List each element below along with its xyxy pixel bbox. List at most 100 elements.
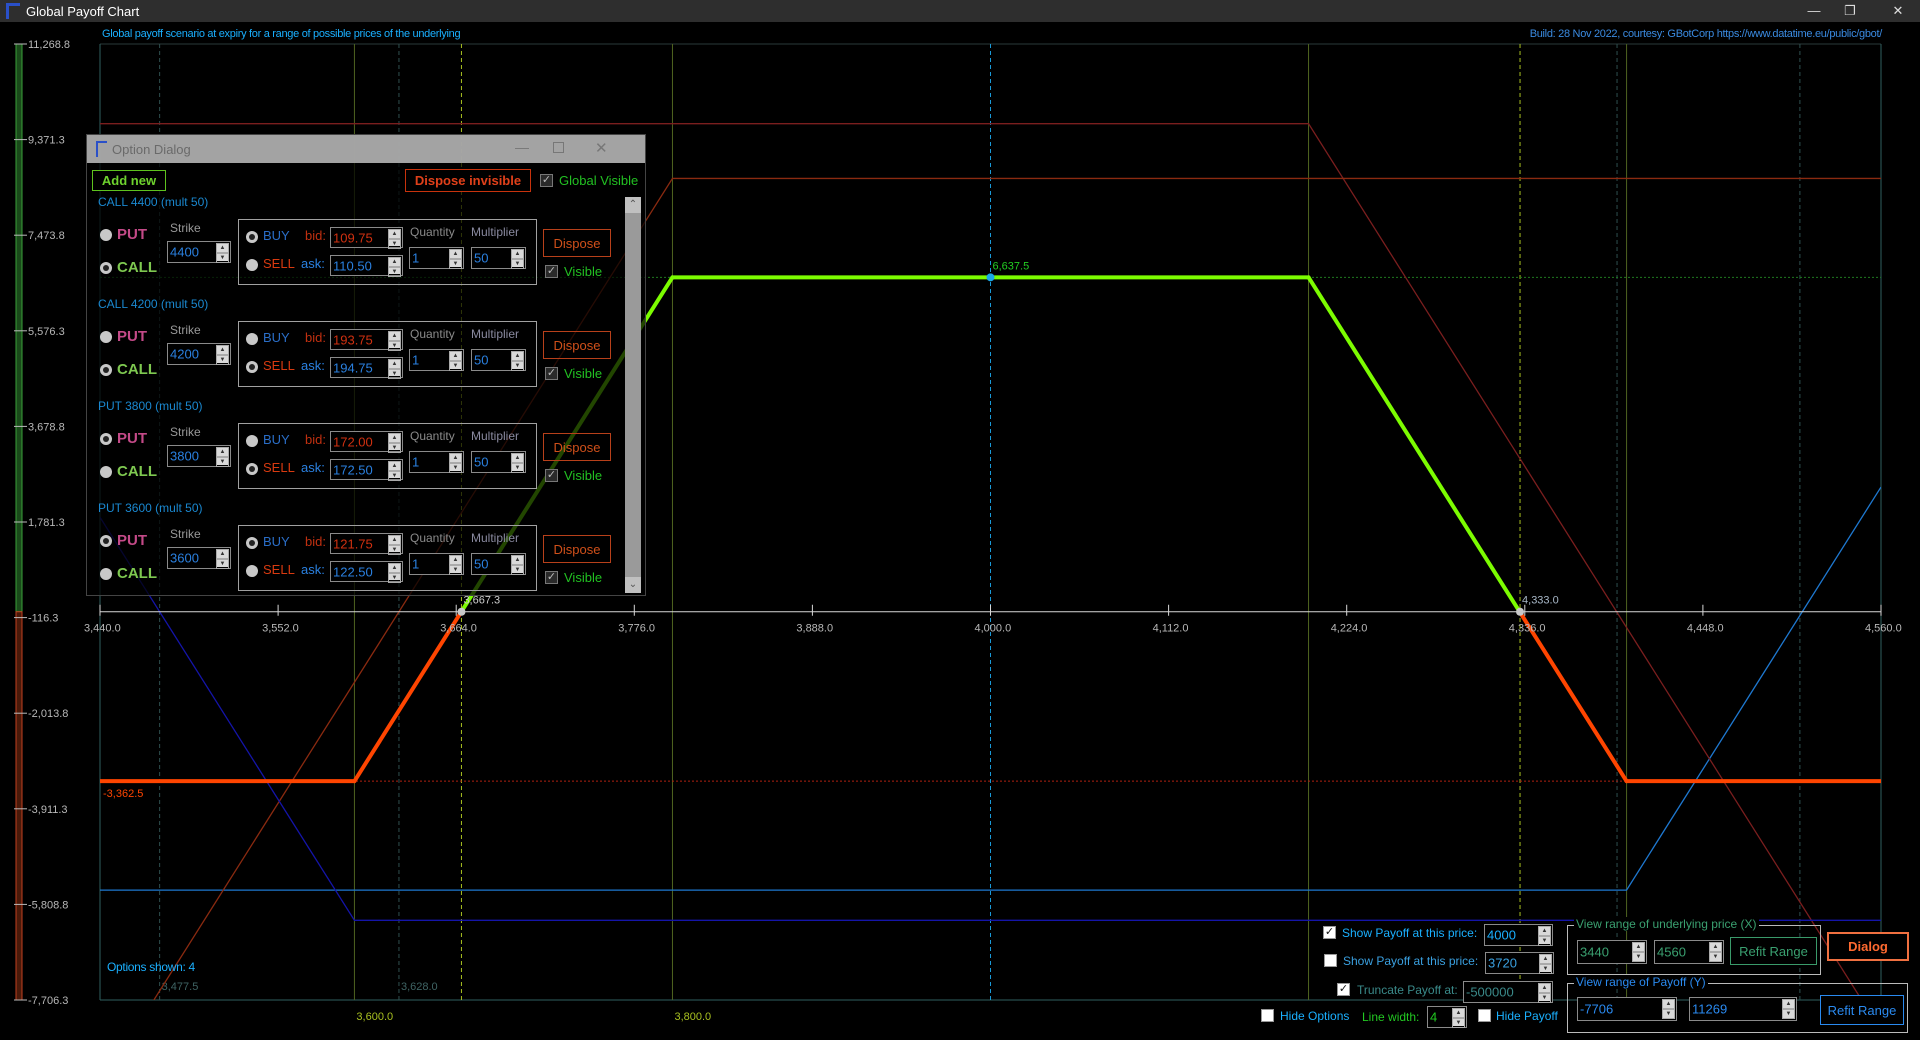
restore-icon[interactable]: ❐	[1832, 0, 1868, 22]
buy-radio[interactable]	[246, 537, 258, 549]
x-refit-range-button[interactable]: Refit Range	[1730, 937, 1817, 965]
x-range-min-input-value: 3440	[1580, 944, 1609, 960]
truncate-payoff-checkbox[interactable]: ✓	[1337, 983, 1350, 996]
x-range-legend: View range of underlying price (X)	[1574, 917, 1759, 931]
spin-down-icon[interactable]: ▼	[1709, 952, 1722, 962]
x-tick-label: 4,336.0	[1509, 623, 1546, 635]
spin-up-icon[interactable]: ▲	[388, 563, 401, 573]
visible-checkbox[interactable]: ✓	[545, 571, 558, 584]
spin-down-icon[interactable]: ▼	[388, 573, 401, 583]
x-range-min-input[interactable]: 3440 ▲ ▼	[1577, 940, 1647, 964]
y-range-max-input[interactable]: 11269 ▲ ▼	[1689, 997, 1797, 1021]
show-payoff-1-input[interactable]: 4000 ▲ ▼	[1484, 924, 1553, 946]
call-radio[interactable]	[100, 568, 112, 580]
spin-up-icon[interactable]: ▲	[1452, 1008, 1465, 1018]
dialog-scrollbar[interactable]: ⌃ ⌄	[625, 197, 641, 593]
spinner-buttons: ▲ ▼	[1539, 954, 1552, 974]
spin-down-icon[interactable]: ▼	[216, 559, 229, 569]
scroll-up-icon[interactable]: ⌃	[625, 197, 641, 213]
line-width-input[interactable]: 4 ▲ ▼	[1427, 1006, 1467, 1028]
call-label: CALL	[117, 565, 157, 582]
spin-down-icon[interactable]: ▼	[388, 545, 401, 555]
spin-up-icon[interactable]: ▲	[216, 549, 229, 559]
ask-input[interactable]: 122.50 ▲ ▼	[330, 561, 403, 583]
spinner-buttons: ▲ ▼	[388, 535, 401, 555]
spin-down-icon[interactable]: ▼	[1632, 952, 1645, 962]
truncate-payoff-label: Truncate Payoff at:	[1357, 983, 1458, 997]
spin-up-icon[interactable]: ▲	[449, 555, 462, 565]
bid-input-value: 121.75	[333, 536, 373, 551]
y-tick-label: 7,473.8	[28, 230, 65, 242]
line-width-input-value: 4	[1430, 1009, 1438, 1025]
spinner-buttons: ▲ ▼	[1662, 999, 1675, 1019]
spin-down-icon[interactable]: ▼	[1538, 993, 1551, 1003]
minimize-icon[interactable]: —	[1796, 0, 1832, 22]
spin-up-icon[interactable]: ▲	[1538, 983, 1551, 993]
hide-payoff-checkbox[interactable]	[1478, 1009, 1491, 1022]
spin-up-icon[interactable]: ▲	[1709, 942, 1722, 952]
bid-input[interactable]: 121.75 ▲ ▼	[330, 533, 403, 555]
spinner-buttons: ▲ ▼	[1538, 983, 1551, 1003]
annotation-label: 4,333.0	[1522, 595, 1559, 607]
y-tick-label: -5,808.8	[28, 899, 68, 911]
spin-down-icon[interactable]: ▼	[1782, 1009, 1795, 1019]
annotation-dot	[1516, 607, 1525, 616]
y-axis-positive-bar	[15, 43, 23, 613]
show-payoff-2-input[interactable]: 3720 ▲ ▼	[1485, 952, 1554, 974]
quantity-label: Quantity	[410, 531, 455, 545]
spinner-buttons: ▲ ▼	[1709, 942, 1722, 962]
annotation-label: 3,667.3	[463, 595, 500, 607]
sell-radio[interactable]	[246, 565, 258, 577]
dialog-button[interactable]: Dialog	[1827, 932, 1909, 961]
spinner-buttons: ▲ ▼	[216, 549, 229, 569]
spin-up-icon[interactable]: ▲	[1539, 954, 1552, 964]
strike-label: Strike	[170, 323, 201, 337]
spin-up-icon[interactable]: ▲	[1632, 942, 1645, 952]
spin-up-icon[interactable]: ▲	[388, 535, 401, 545]
spin-up-icon[interactable]: ▲	[1538, 926, 1551, 936]
vertical-marker-label: 3,477.5	[162, 981, 199, 993]
spin-down-icon[interactable]: ▼	[1539, 964, 1552, 974]
multiplier-input-value: 50	[474, 556, 489, 572]
spin-down-icon[interactable]: ▼	[511, 565, 524, 575]
hide-options-checkbox[interactable]	[1261, 1009, 1274, 1022]
spin-down-icon[interactable]: ▼	[1662, 1009, 1675, 1019]
spin-up-icon[interactable]: ▲	[511, 555, 524, 565]
y-tick-label: 1,781.3	[28, 517, 65, 529]
show-payoff-1-checkbox[interactable]: ✓	[1323, 926, 1336, 939]
put-radio[interactable]	[100, 535, 112, 547]
total-payoff-positive-segment	[1306, 275, 1522, 614]
spin-up-icon[interactable]: ▲	[1662, 999, 1675, 1009]
truncate-payoff-input[interactable]: -500000 ▲ ▼	[1463, 981, 1553, 1003]
close-icon[interactable]: ✕	[1880, 0, 1916, 22]
annotation-dot	[986, 273, 995, 282]
title-bar: Global Payoff Chart — ❐ ✕	[0, 0, 1920, 22]
show-payoff-2-checkbox[interactable]	[1324, 954, 1337, 967]
multiplier-input[interactable]: 50 ▲ ▼	[471, 553, 526, 575]
option-header: CALL 4400 (mult 50)	[98, 195, 209, 209]
strike-label: Strike	[170, 425, 201, 439]
spin-up-icon[interactable]: ▲	[1782, 999, 1795, 1009]
hide-options-label: Hide Options	[1280, 1009, 1350, 1023]
dispose-button[interactable]: Dispose	[543, 535, 611, 563]
y-range-max-input-value: 11269	[1692, 1001, 1728, 1017]
put-label: PUT	[117, 532, 147, 549]
scroll-down-icon[interactable]: ⌄	[625, 577, 641, 593]
strike-label: Strike	[170, 221, 201, 235]
multiplier-label: Multiplier	[471, 531, 520, 545]
x-range-max-input[interactable]: 4560 ▲ ▼	[1654, 940, 1724, 964]
y-range-min-input[interactable]: -7706 ▲ ▼	[1577, 997, 1677, 1021]
sell-label: SELL	[263, 562, 295, 577]
quantity-input[interactable]: 1 ▲ ▼	[409, 553, 464, 575]
spin-down-icon[interactable]: ▼	[1452, 1018, 1465, 1028]
strike-input[interactable]: 3600 ▲ ▼	[167, 547, 231, 569]
y-refit-range-button[interactable]: Refit Range	[1820, 995, 1904, 1025]
y-range-min-input-value: -7706	[1580, 1001, 1614, 1017]
x-tick-label: 3,664.0	[440, 623, 477, 635]
y-tick-label: -7,706.3	[28, 995, 68, 1007]
y-tick-label: 5,576.3	[28, 326, 65, 338]
spin-down-icon[interactable]: ▼	[1538, 936, 1551, 946]
total-payoff-negative-segment	[1517, 609, 1629, 784]
spin-down-icon[interactable]: ▼	[449, 565, 462, 575]
show-payoff-1-input-value: 4000	[1487, 927, 1516, 943]
